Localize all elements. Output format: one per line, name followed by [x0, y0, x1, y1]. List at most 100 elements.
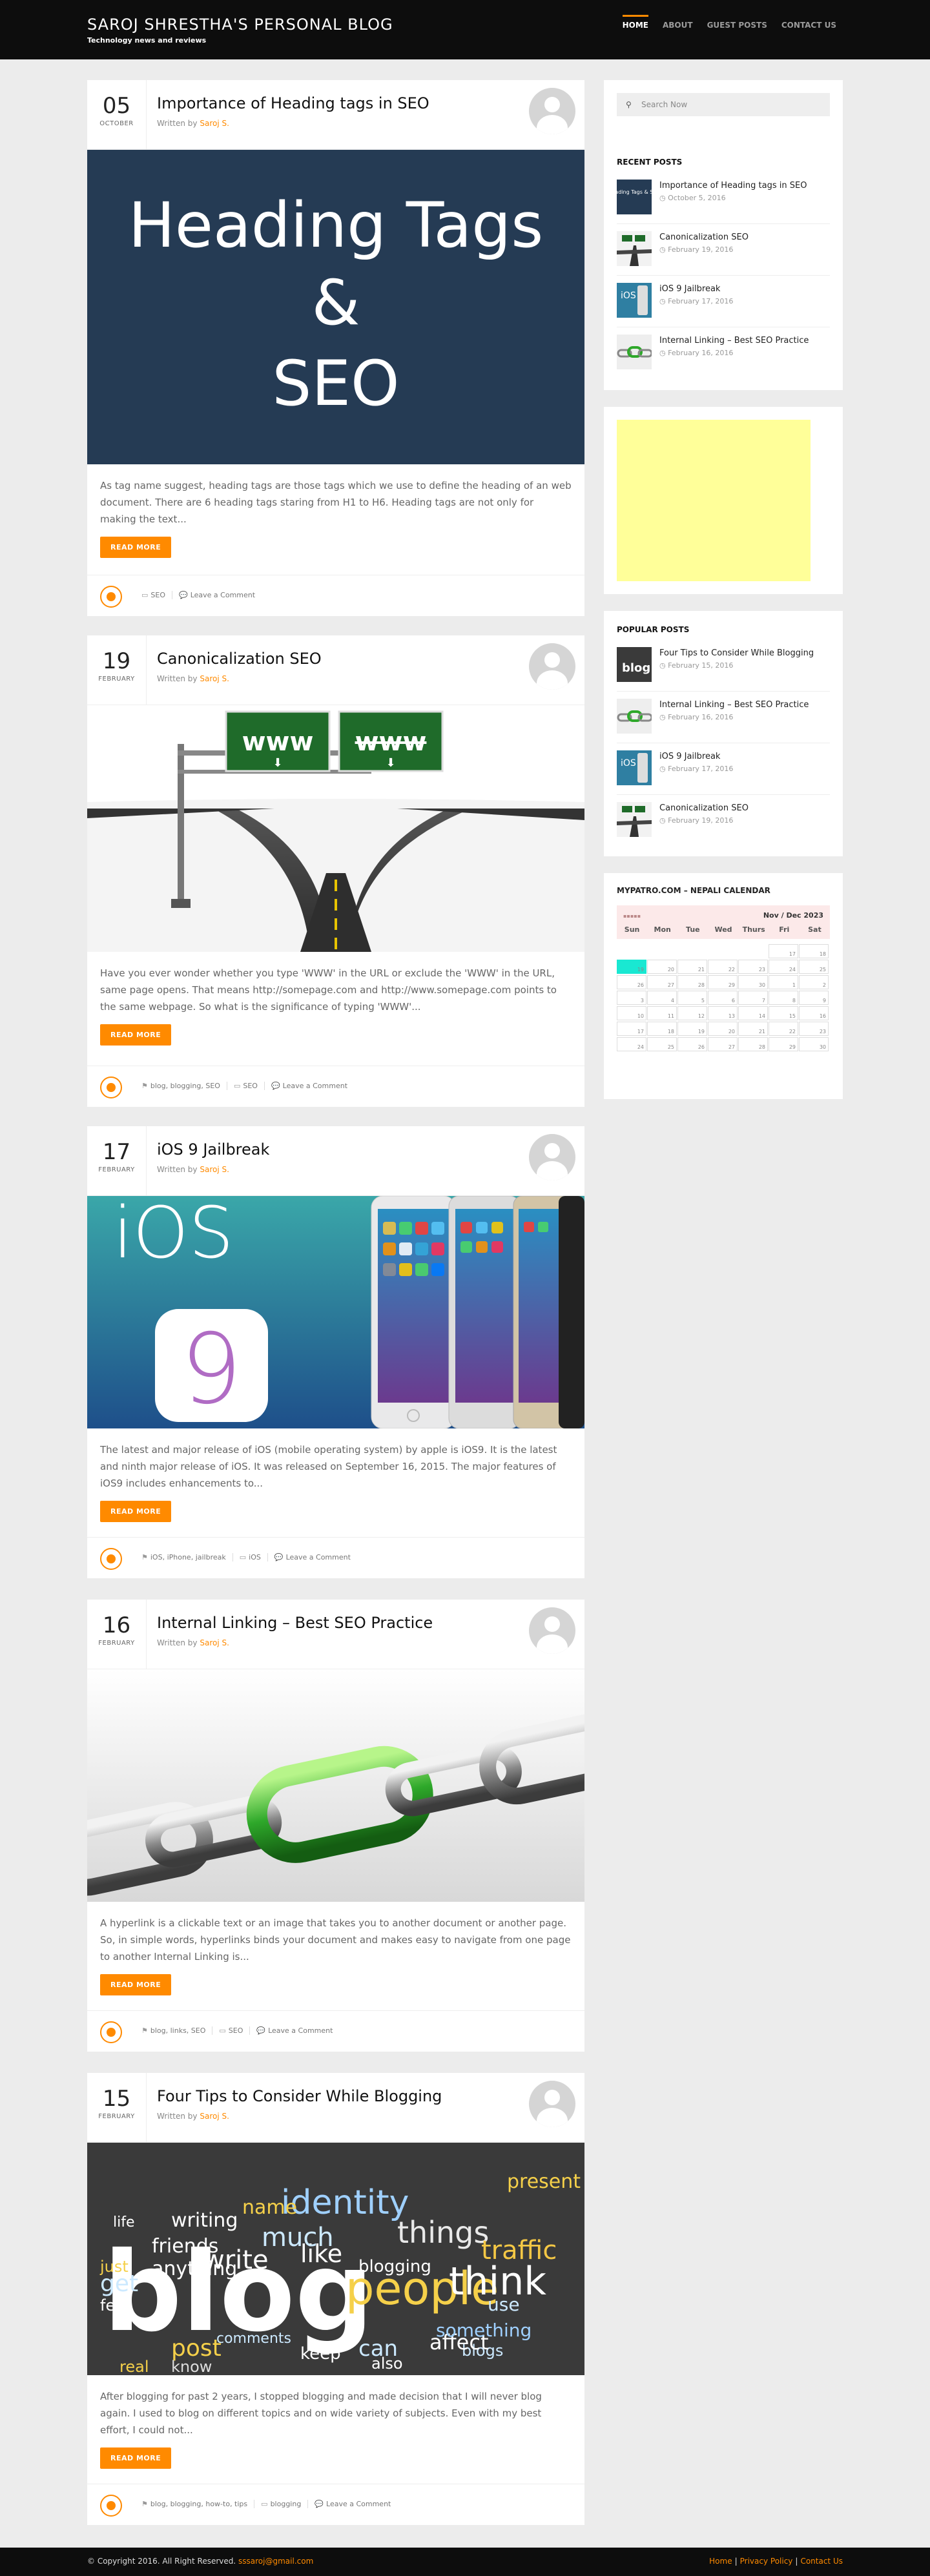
calendar-day[interactable]: 13 — [708, 1006, 738, 1020]
post-thumbnail[interactable]: Heading Tags & SEO — [617, 180, 652, 214]
post-title[interactable]: iOS 9 Jailbreak — [157, 1140, 269, 1159]
sidebar-post-item[interactable]: Internal Linking – Best SEO Practice ◷ Fe… — [617, 335, 830, 373]
read-more-button[interactable]: READ MORE — [100, 537, 172, 558]
calendar-day[interactable]: 8 — [769, 991, 798, 1005]
post-title[interactable]: Four Tips to Consider While Blogging — [157, 2087, 442, 2105]
calendar-day[interactable]: 30 — [799, 1037, 829, 1051]
calendar-day[interactable]: 5 — [677, 991, 707, 1005]
calendar-day[interactable]: 20 — [647, 960, 677, 974]
sidebar-post-title[interactable]: Importance of Heading tags in SEO — [659, 181, 830, 191]
footer-email[interactable]: sssaroj@gmail.com — [238, 2557, 313, 2566]
post-category[interactable]: ▭ blogging — [254, 2500, 307, 2508]
footer-link-privacy[interactable]: Privacy Policy — [740, 2557, 793, 2566]
sidebar-post-title[interactable]: Canonicalization SEO — [659, 232, 830, 242]
sidebar-post-title[interactable]: Canonicalization SEO — [659, 803, 830, 813]
calendar-day[interactable]: 23 — [738, 960, 768, 974]
calendar-day[interactable]: 4 — [647, 991, 677, 1005]
post-tags[interactable]: ⚑ iOS, iPhone, jailbreak — [135, 1553, 232, 1561]
comment-link[interactable]: 💬 Leave a Comment — [267, 1553, 357, 1561]
calendar-day[interactable]: 11 — [647, 1006, 677, 1020]
calendar-day[interactable]: 30 — [738, 975, 768, 989]
calendar-day[interactable]: 7 — [738, 991, 768, 1005]
author-link[interactable]: Saroj S. — [200, 1165, 229, 1174]
calendar-day[interactable]: 9 — [799, 991, 829, 1005]
nav-contact-us[interactable]: CONTACT US — [781, 21, 836, 34]
calendar-day[interactable]: 18 — [647, 1022, 677, 1036]
post-category[interactable]: ▭ SEO — [226, 1082, 264, 1090]
calendar-day[interactable]: 15 — [769, 1006, 798, 1020]
calendar-day[interactable]: 3 — [617, 991, 646, 1005]
calendar-day[interactable]: 22 — [769, 1022, 798, 1036]
calendar-day[interactable]: 27 — [708, 1037, 738, 1051]
post-featured-image[interactable] — [87, 1669, 584, 1902]
author-link[interactable]: Saroj S. — [200, 119, 229, 128]
calendar-day[interactable]: 24 — [769, 960, 798, 974]
post-title[interactable]: Internal Linking – Best SEO Practice — [157, 1614, 433, 1632]
post-category[interactable]: ▭ SEO — [212, 2026, 249, 2035]
post-thumbnail[interactable] — [617, 802, 652, 837]
comment-link[interactable]: 💬 Leave a Comment — [249, 2026, 339, 2035]
calendar-day[interactable]: 21 — [677, 960, 707, 974]
read-more-button[interactable]: READ MORE — [100, 2447, 172, 2469]
calendar-day[interactable]: 12 — [677, 1006, 707, 1020]
sidebar-post-title[interactable]: Internal Linking – Best SEO Practice — [659, 700, 830, 710]
author-link[interactable]: Saroj S. — [200, 2112, 229, 2121]
site-title[interactable]: SAROJ SHRESTHA'S PERSONAL BLOG — [87, 15, 393, 34]
author-link[interactable]: Saroj S. — [200, 1638, 229, 1647]
author-link[interactable]: Saroj S. — [200, 674, 229, 683]
post-thumbnail[interactable] — [617, 699, 652, 734]
calendar-day[interactable]: 2 — [799, 975, 829, 989]
sidebar-post-item[interactable]: iOS iOS 9 Jailbreak ◷ February 17, 2016 — [617, 283, 830, 322]
calendar-day[interactable]: 1 — [769, 975, 798, 989]
calendar-day[interactable]: 20 — [708, 1022, 738, 1036]
calendar-day[interactable]: 21 — [738, 1022, 768, 1036]
calendar-day[interactable]: 10 — [617, 1006, 646, 1020]
nav-guest-posts[interactable]: GUEST POSTS — [707, 21, 767, 34]
calendar-day[interactable]: 18 — [799, 944, 829, 958]
post-featured-image[interactable]: blog people think things traffic write identit… — [87, 2143, 584, 2375]
post-thumbnail[interactable] — [617, 231, 652, 266]
calendar-day[interactable]: 6 — [708, 991, 738, 1005]
sidebar-post-item[interactable]: iOS iOS 9 Jailbreak ◷ February 17, 2016 — [617, 750, 830, 789]
post-title[interactable]: Canonicalization SEO — [157, 650, 322, 668]
calendar-day[interactable]: 28 — [677, 975, 707, 989]
calendar-day[interactable]: 17 — [617, 1022, 646, 1036]
calendar-day[interactable]: 26 — [617, 975, 646, 989]
nav-home[interactable]: HOME — [622, 15, 648, 34]
sidebar-post-item[interactable]: Heading Tags & SEO Importance of Heading … — [617, 180, 830, 218]
post-featured-image[interactable]: iOS 9 — [87, 1196, 584, 1428]
post-thumbnail[interactable] — [617, 335, 652, 369]
calendar-day[interactable]: 22 — [708, 960, 738, 974]
sidebar-post-item[interactable]: Canonicalization SEO ◷ February 19, 2016 — [617, 231, 830, 270]
calendar-day[interactable]: 25 — [647, 1037, 677, 1051]
nav-about[interactable]: ABOUT — [663, 21, 693, 34]
sidebar-post-item[interactable]: Internal Linking – Best SEO Practice ◷ Fe… — [617, 699, 830, 737]
calendar-day[interactable]: 14 — [738, 1006, 768, 1020]
calendar-day[interactable]: 29 — [769, 1037, 798, 1051]
post-category[interactable]: ▭ SEO — [135, 591, 172, 599]
calendar-day[interactable]: 25 — [799, 960, 829, 974]
calendar-day[interactable]: 27 — [647, 975, 677, 989]
ad-placeholder[interactable] — [617, 420, 811, 581]
read-more-button[interactable]: READ MORE — [100, 1024, 172, 1046]
post-thumbnail[interactable]: iOS — [617, 283, 652, 318]
post-title[interactable]: Importance of Heading tags in SEO — [157, 94, 429, 112]
footer-link-home[interactable]: Home — [709, 2557, 732, 2566]
calendar-day[interactable]: 23 — [799, 1022, 829, 1036]
post-tags[interactable]: ⚑ blog, blogging, SEO — [135, 1082, 227, 1090]
post-featured-image[interactable]: www ⬇ www ⬇ — [87, 705, 584, 952]
calendar-day[interactable]: 19 — [677, 1022, 707, 1036]
calendar-day[interactable]: 19 — [617, 960, 646, 974]
post-category[interactable]: ▭ iOS — [232, 1553, 267, 1561]
footer-link-contact[interactable]: Contact Us — [800, 2557, 843, 2566]
calendar-day[interactable]: 24 — [617, 1037, 646, 1051]
post-tags[interactable]: ⚑ blog, blogging, how-to, tips — [135, 2500, 254, 2508]
comment-link[interactable]: 💬 Leave a Comment — [264, 1082, 354, 1090]
sidebar-post-title[interactable]: iOS 9 Jailbreak — [659, 284, 830, 294]
post-featured-image[interactable]: Heading Tags & SEO — [87, 150, 584, 464]
search-input[interactable]: ⚲ Search Now — [617, 93, 830, 116]
read-more-button[interactable]: READ MORE — [100, 1974, 172, 1995]
read-more-button[interactable]: READ MORE — [100, 1501, 172, 1522]
calendar-day[interactable]: 17 — [769, 944, 798, 958]
calendar-day[interactable]: 28 — [738, 1037, 768, 1051]
